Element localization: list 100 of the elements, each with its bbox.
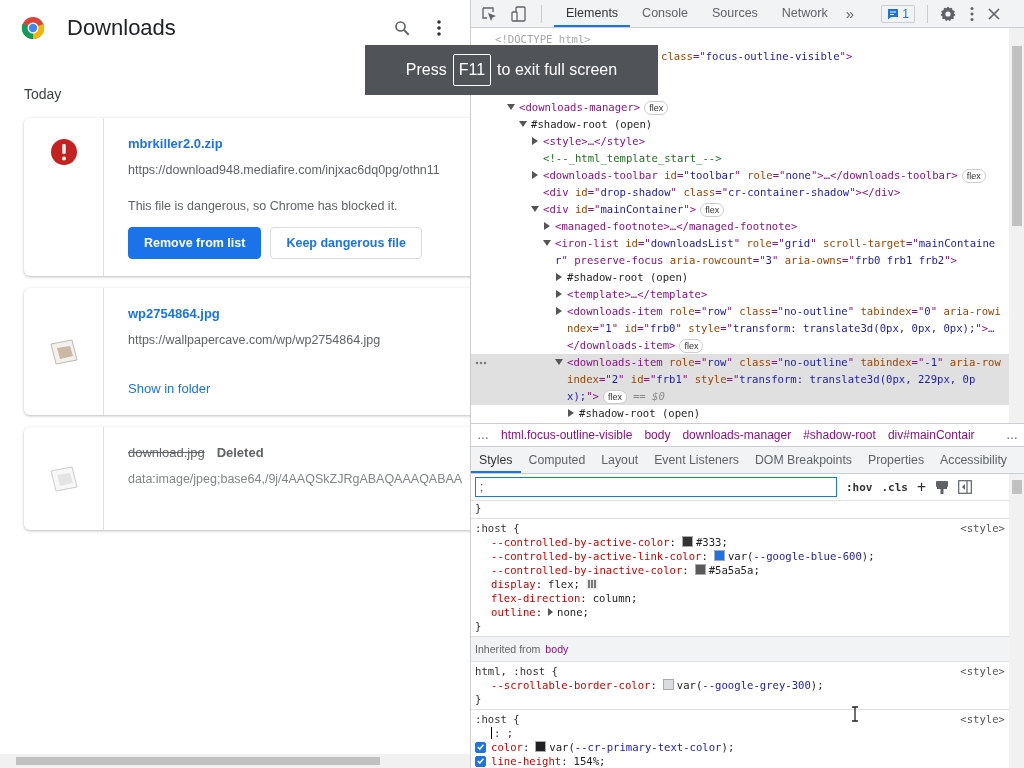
file-name-link[interactable]: mbrkiller2.0.zip <box>128 135 223 151</box>
breadcrumb-more[interactable]: … <box>477 428 489 442</box>
color-swatch[interactable] <box>713 550 725 561</box>
source-url: https://download948.mediafire.com/injxac6dq0pg/othn11 <box>128 163 440 177</box>
expand-arrow-icon[interactable] <box>548 608 554 616</box>
close-icon[interactable] <box>988 7 1000 20</box>
property-editor[interactable]: : ; <box>491 726 514 740</box>
dom-node[interactable]: <!--_html_template_start_--> <box>543 150 1009 167</box>
new-rule-button[interactable]: + <box>917 478 927 496</box>
source-url: https://wallpapercave.com/wp/wp2754864.jpg <box>128 333 381 347</box>
flexbox-editor-icon[interactable] <box>585 578 598 590</box>
page-title: Downloads <box>67 15 176 41</box>
color-swatch[interactable] <box>682 536 693 547</box>
breadcrumb[interactable]: div#mainContair <box>887 428 975 442</box>
more-menu-icon[interactable] <box>437 20 441 36</box>
dom-node[interactable]: class="focus-outline-visible"> <box>661 48 1009 65</box>
style-source-link[interactable]: <style> <box>960 521 1005 535</box>
dom-node[interactable]: <style>…</style> <box>543 133 1009 150</box>
css-declaration: display: flex; <box>491 577 580 591</box>
sidebar-tab[interactable]: Properties <box>860 447 933 473</box>
more-tabs-button[interactable]: » <box>839 0 861 27</box>
vertical-scrollbar[interactable] <box>1009 474 1024 768</box>
sidebar-toggle-icon[interactable] <box>958 480 973 494</box>
color-swatch[interactable] <box>662 679 674 690</box>
sidebar-tab[interactable]: Layout <box>593 447 647 473</box>
css-declaration: --scrollable-border-color: var(--google-grey-300); <box>491 678 824 692</box>
rule-brace: } <box>475 619 483 633</box>
search-icon[interactable] <box>393 19 411 37</box>
property-checkbox[interactable] <box>475 741 486 753</box>
css-selector: :host { <box>475 521 520 535</box>
hover-state-button[interactable]: :hov <box>846 480 873 494</box>
inherited-element-link[interactable]: body <box>545 643 569 655</box>
file-name-link[interactable]: wp2754864.jpg <box>128 305 220 321</box>
status-label: Deleted <box>216 444 264 460</box>
expand-arrow-icon[interactable] <box>543 222 551 230</box>
vertical-scrollbar[interactable] <box>1009 28 1024 423</box>
dom-node[interactable]: #shadow-root (open) <box>579 405 1009 422</box>
show-in-folder-link[interactable]: Show in folder <box>128 381 211 396</box>
dom-node[interactable]: <template>…</template> <box>567 286 1009 303</box>
horizontal-scrollbar[interactable] <box>0 754 470 768</box>
collapse-arrow-icon[interactable] <box>555 358 563 366</box>
dom-node[interactable]: <downloads-item role="row" class="no-outline" tabindex="0" aria-rowindex="1" id="frb0" style="transform: translate3d(0px, 0px, 0px);">…</downloads-item> flex <box>567 303 1009 354</box>
settings-icon[interactable] <box>940 5 956 22</box>
toast-text: to exit full screen <box>497 61 618 79</box>
breadcrumb[interactable]: body <box>644 428 671 442</box>
collapse-arrow-icon[interactable] <box>531 205 539 213</box>
paint-brush-icon[interactable] <box>935 480 950 494</box>
panel-tab[interactable]: Elements <box>554 0 631 27</box>
style-source-link[interactable]: <style> <box>960 664 1005 678</box>
dom-node[interactable]: <downloads-manager> flex <box>519 99 1009 116</box>
breadcrumb-more[interactable]: … <box>1006 428 1018 442</box>
breadcrumb[interactable]: #shadow-root <box>803 428 876 442</box>
sidebar-tab[interactable]: DOM Breakpoints <box>746 447 860 473</box>
dom-node[interactable]: #shadow-root (open) <box>567 269 1009 286</box>
class-button[interactable]: .cls <box>881 480 908 494</box>
property-checkbox[interactable] <box>475 755 486 767</box>
css-declaration: --controlled-by-inactive-color: #5a5a5a; <box>491 563 760 577</box>
css-declaration: flex-direction: column; <box>491 591 638 605</box>
sidebar-tab[interactable]: Event Listeners <box>646 447 747 473</box>
panel-tab[interactable]: Network <box>769 0 840 27</box>
more-options-icon[interactable] <box>970 5 974 22</box>
dom-node[interactable]: <downloads-toolbar id="toolbar" role="none">…</downloads-toolbar> flex <box>543 167 1009 184</box>
collapse-arrow-icon[interactable] <box>507 103 515 111</box>
breadcrumb[interactable]: downloads-manager <box>682 428 792 442</box>
panel-tab[interactable]: Console <box>630 0 700 27</box>
dom-node[interactable]: <div id="drop-shadow" class="cr-container-shadow"></div> <box>543 184 1009 201</box>
sidebar-tab[interactable]: Computed <box>520 447 594 473</box>
color-swatch[interactable] <box>694 564 706 575</box>
sidebar-tab[interactable]: Accessibility <box>932 447 1015 473</box>
filter-field[interactable]: ; <box>475 477 837 497</box>
expand-arrow-icon[interactable] <box>555 290 563 298</box>
more-icon[interactable] <box>475 361 487 365</box>
css-declaration: outline: none; <box>491 605 589 619</box>
style-source-link[interactable]: <style> <box>960 712 1005 726</box>
issues-button[interactable]: 1 <box>881 4 915 23</box>
dom-node[interactable]: #shadow-root (open) <box>531 116 1009 133</box>
color-swatch[interactable] <box>535 741 547 752</box>
sidebar-tab[interactable]: Styles <box>471 447 521 473</box>
dom-node[interactable]: <managed-footnote>…</managed-footnote> <box>555 218 1009 235</box>
expand-arrow-icon[interactable] <box>555 273 563 281</box>
inspect-icon[interactable] <box>481 5 497 22</box>
section-heading: Today <box>24 86 62 102</box>
device-icon[interactable] <box>511 5 527 22</box>
breadcrumb[interactable]: html.focus-outline-visible <box>501 428 633 442</box>
css-declaration: line-height: 154%; <box>491 754 606 768</box>
dom-node[interactable]: <iron-list id="downloadsList" role="grid" scroll-target="mainContainer" preserve-focus aria-rowcount="3" aria-owns="frb0 frb1 frb2"> <box>555 235 1009 269</box>
panel-tab[interactable]: Sources <box>700 0 770 27</box>
warning-text: This file is dangerous, so Chrome has blocked it. <box>128 199 399 213</box>
expand-arrow-icon[interactable] <box>555 307 563 315</box>
message-icon <box>887 7 900 20</box>
collapse-arrow-icon[interactable] <box>543 239 551 247</box>
expand-arrow-icon[interactable] <box>531 137 539 145</box>
expand-arrow-icon[interactable] <box>567 409 575 417</box>
key-label: F11 <box>452 54 492 86</box>
browser-logo-icon <box>21 16 45 40</box>
collapse-arrow-icon[interactable] <box>519 120 527 128</box>
remove-button[interactable]: Remove from list <box>128 227 262 259</box>
keep-button[interactable]: Keep dangerous file <box>270 227 422 259</box>
expand-arrow-icon[interactable] <box>531 171 539 179</box>
dom-node[interactable]: <div id="mainContainer"> flex <box>543 201 1009 218</box>
